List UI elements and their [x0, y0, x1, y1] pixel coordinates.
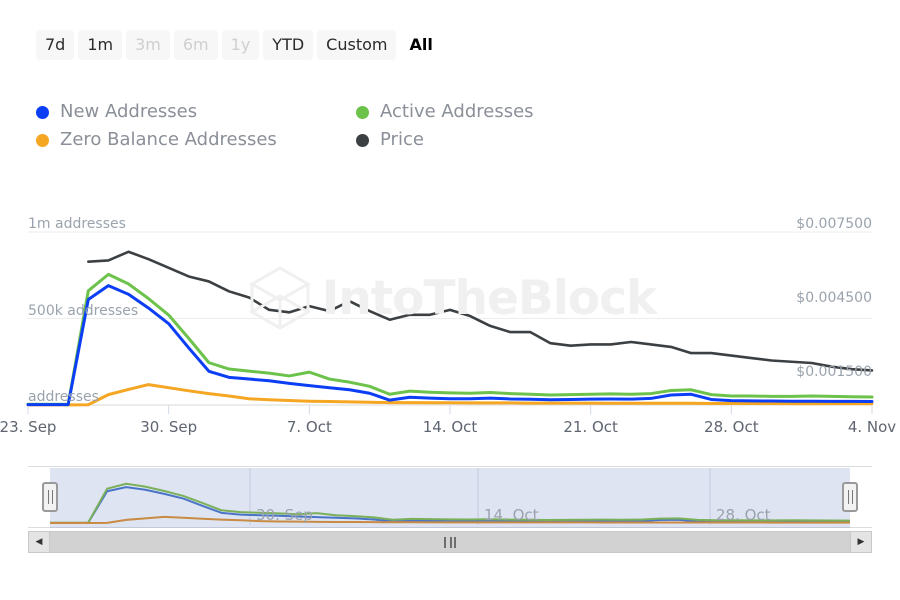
range-button-custom[interactable]: Custom — [317, 30, 397, 60]
nav-handle-right-icon — [847, 490, 853, 504]
legend-dot-icon — [356, 105, 369, 119]
legend-label: Zero Balance Addresses — [60, 129, 277, 150]
nav-handle-left-icon — [47, 490, 53, 504]
chart-legend: New Addresses Active Addresses Zero Balanc… — [36, 98, 596, 154]
range-button-6m: 6m — [173, 30, 218, 60]
legend-label: Price — [380, 129, 424, 150]
legend-dot-icon — [36, 105, 49, 119]
legend-dot-icon — [356, 133, 369, 147]
x-axis-label: 28. Oct — [704, 418, 759, 436]
range-button-1m[interactable]: 1m — [78, 30, 123, 60]
range-button-1y: 1y — [221, 30, 260, 60]
series-line-price — [86, 250, 874, 372]
legend-item-new-addresses[interactable]: New Addresses — [36, 98, 356, 126]
legend-item-zero-balance-addresses[interactable]: Zero Balance Addresses — [36, 126, 356, 154]
navigator-handle-right[interactable] — [842, 482, 858, 512]
legend-item-price[interactable]: Price — [356, 126, 596, 154]
y-axis-left-label: 500k addresses — [28, 302, 139, 319]
x-axis-label: 23. Sep — [0, 418, 57, 436]
navigator-scrollbar[interactable]: ◀ ▶ — [28, 531, 872, 553]
navigator-x-label: 28. Oct — [716, 506, 771, 524]
navigator-frame: 30. Sep 14. Oct 28. Oct — [28, 466, 872, 528]
y-axis-right-label: $0.004500 — [796, 290, 872, 307]
range-button-ytd[interactable]: YTD — [263, 30, 314, 60]
x-axis-label: 4. Nov — [847, 418, 897, 436]
range-button-7d[interactable]: 7d — [36, 30, 75, 60]
legend-label: New Addresses — [60, 101, 198, 122]
range-selector: 7d 1m 3m 6m 1y YTD Custom All — [36, 30, 442, 60]
legend-label: Active Addresses — [380, 101, 534, 122]
navigator-handle-left[interactable] — [42, 482, 58, 512]
x-axis-label: 21. Oct — [563, 418, 618, 436]
range-button-all[interactable]: All — [400, 30, 441, 60]
x-axis-label: 7. Oct — [286, 418, 332, 436]
scrollbar-grip-icon[interactable] — [444, 536, 456, 548]
range-button-3m: 3m — [126, 30, 170, 60]
scrollbar-right-arrow-icon[interactable]: ▶ — [850, 531, 872, 553]
x-axis-label: 30. Sep — [140, 418, 198, 436]
legend-dot-icon — [36, 133, 49, 147]
y-axis-right-label: $0.007500 — [796, 216, 872, 232]
y-axis-left-label: 1m addresses — [28, 216, 126, 232]
chart-navigator[interactable]: 30. Sep 14. Oct 28. Oct ◀ ▶ — [28, 466, 872, 561]
legend-item-active-addresses[interactable]: Active Addresses — [356, 98, 596, 126]
y-axis-left-label: addresses — [28, 389, 99, 405]
navigator-x-label: 30. Sep — [256, 506, 313, 524]
x-axis-label: 14. Oct — [422, 418, 478, 436]
scrollbar-track[interactable] — [50, 531, 850, 553]
y-axis-right-label: $0.001500 — [796, 364, 872, 381]
scrollbar-left-arrow-icon[interactable]: ◀ — [28, 531, 50, 553]
navigator-x-label: 14. Oct — [484, 506, 539, 524]
chart-svg — [26, 231, 874, 414]
chart-plot-area[interactable]: IntoTheBlock addresses 500k addresses 1m a… — [0, 196, 900, 446]
